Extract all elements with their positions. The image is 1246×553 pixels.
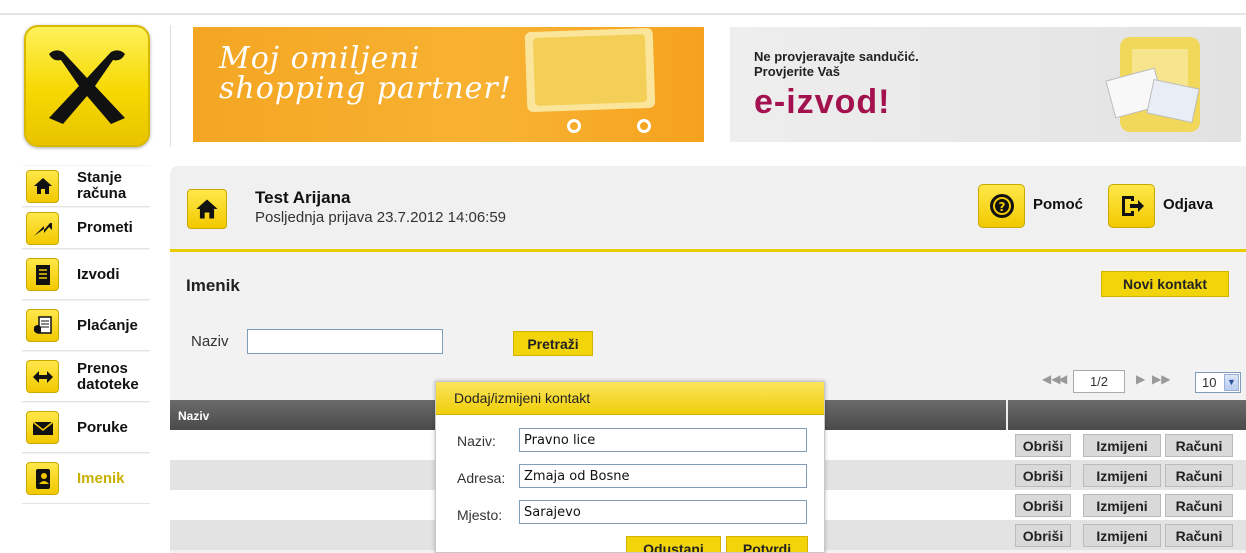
search-button[interactable]: Pretraži — [513, 331, 593, 356]
edit-button[interactable]: Izmijeni — [1083, 524, 1161, 547]
raiffeisen-gable-icon — [49, 50, 125, 124]
column-header-naziv[interactable]: Naziv — [178, 409, 209, 423]
top-divider — [0, 13, 1246, 15]
delete-button[interactable]: Obriši — [1015, 494, 1071, 517]
chevron-down-icon[interactable]: ▼ — [1224, 374, 1239, 391]
shopping-banner[interactable]: Moj omiljeni shopping partner! — [193, 27, 704, 142]
contact-address-field[interactable] — [519, 464, 807, 488]
sidebar-item-stanje-racuna[interactable]: Stanje računa — [22, 165, 150, 207]
search-input[interactable] — [247, 329, 443, 354]
envelope-icon — [26, 411, 59, 444]
mailbox-image — [1105, 37, 1200, 132]
eizvod-line2: Provjerite Vaš — [754, 64, 840, 79]
address-label: Adresa: — [457, 470, 506, 486]
contact-city-field[interactable] — [519, 500, 807, 524]
cart-wheel-icon — [567, 119, 581, 133]
shopping-banner-line2: shopping partner! — [219, 71, 512, 106]
logo-separator — [170, 25, 171, 147]
page-size-value: 10 — [1202, 375, 1217, 390]
accounts-button[interactable]: Računi — [1165, 524, 1233, 547]
help-button[interactable]: ? — [978, 184, 1025, 228]
logout-icon — [1121, 196, 1144, 216]
page-indicator[interactable]: 1/2 — [1073, 370, 1125, 393]
transfer-arrows-icon — [26, 360, 59, 393]
contact-name-field[interactable] — [519, 428, 807, 452]
eizvod-banner-text: Ne provjeravajte sandučić. Provjerite Va… — [754, 49, 919, 79]
logout-button[interactable] — [1108, 184, 1155, 228]
dialog-title: Dodaj/izmijeni kontakt — [436, 382, 824, 415]
page-size-select[interactable]: 10 ▼ — [1195, 372, 1241, 393]
last-login: Posljednja prijava 23.7.2012 14:06:59 — [255, 209, 507, 226]
help-label[interactable]: Pomoć — [1033, 196, 1083, 213]
delete-button[interactable]: Obriši — [1015, 464, 1071, 487]
edit-button[interactable]: Izmijeni — [1083, 434, 1161, 457]
shopping-banner-text: Moj omiljeni shopping partner! — [219, 44, 512, 104]
sidebar-item-label: Prenos datoteke — [77, 359, 139, 393]
accounts-button[interactable]: Računi — [1165, 464, 1233, 487]
sidebar-item-imenik[interactable]: Imenik — [22, 453, 150, 504]
delete-button[interactable]: Obriši — [1015, 434, 1071, 457]
sidebar-item-label: Poruke — [77, 418, 128, 436]
sidebar-item-placanje[interactable]: Plaćanje — [22, 300, 150, 351]
cart-wheel-icon — [637, 119, 651, 133]
eizvod-banner[interactable]: Ne provjeravajte sandučić. Provjerite Va… — [730, 27, 1241, 142]
cancel-button[interactable]: Odustani — [626, 536, 721, 552]
search-label: Naziv — [191, 333, 229, 350]
bank-logo[interactable] — [24, 25, 150, 147]
name-label: Naziv: — [457, 433, 496, 449]
payment-icon — [26, 309, 59, 342]
home-icon — [196, 199, 218, 219]
user-header: Test Arijana Posljednja prijava 23.7.201… — [170, 166, 1246, 252]
eizvod-headline: e-izvod! — [754, 83, 891, 121]
prev-page-icon[interactable]: ◀ — [1058, 372, 1067, 386]
sidebar-item-izvodi[interactable]: Izvodi — [22, 249, 150, 300]
credit-card-image — [524, 27, 656, 113]
home-button[interactable] — [187, 189, 227, 229]
delete-button[interactable]: Obriši — [1015, 524, 1071, 547]
edit-button[interactable]: Izmijeni — [1083, 464, 1161, 487]
contact-dialog: Dodaj/izmijeni kontakt Naziv: Adresa: Mj… — [435, 381, 825, 553]
trend-up-icon — [26, 211, 59, 245]
svg-text:?: ? — [998, 200, 1005, 214]
sidebar-nav: Stanje računa Prometi Izvodi Plaćanje Pre… — [22, 165, 150, 504]
last-page-icon[interactable]: ▶▶ — [1152, 372, 1170, 386]
sidebar-item-label: Stanje računa — [77, 169, 127, 202]
sidebar-item-label: Izvodi — [77, 265, 120, 283]
home-icon — [26, 169, 59, 203]
edit-button[interactable]: Izmijeni — [1083, 494, 1161, 517]
page-title: Imenik — [186, 276, 240, 295]
contacts-book-icon — [26, 462, 59, 495]
new-contact-button[interactable]: Novi kontakt — [1101, 271, 1229, 297]
logout-label[interactable]: Odjava — [1163, 196, 1213, 213]
document-icon — [26, 258, 59, 291]
sidebar-item-label: Plaćanje — [77, 316, 138, 334]
sidebar-item-poruke[interactable]: Poruke — [22, 402, 150, 453]
eizvod-line1: Ne provjeravajte sandučić. — [754, 49, 919, 64]
accounts-button[interactable]: Računi — [1165, 434, 1233, 457]
sidebar-item-prenos-datoteke[interactable]: Prenos datoteke — [22, 351, 150, 402]
sidebar-item-label: Prometi — [77, 219, 133, 236]
accounts-button[interactable]: Računi — [1165, 494, 1233, 517]
confirm-button[interactable]: Potvrdi — [726, 536, 808, 552]
sidebar-item-label: Imenik — [77, 469, 125, 487]
help-icon: ? — [989, 194, 1014, 218]
city-label: Mjesto: — [457, 507, 503, 523]
shopping-banner-line1: Moj omiljeni — [219, 41, 421, 76]
column-separator — [1006, 400, 1008, 430]
next-page-icon[interactable]: ▶ — [1136, 372, 1145, 386]
user-name: Test Arijana — [255, 188, 351, 207]
sidebar-item-prometi[interactable]: Prometi — [22, 207, 150, 249]
